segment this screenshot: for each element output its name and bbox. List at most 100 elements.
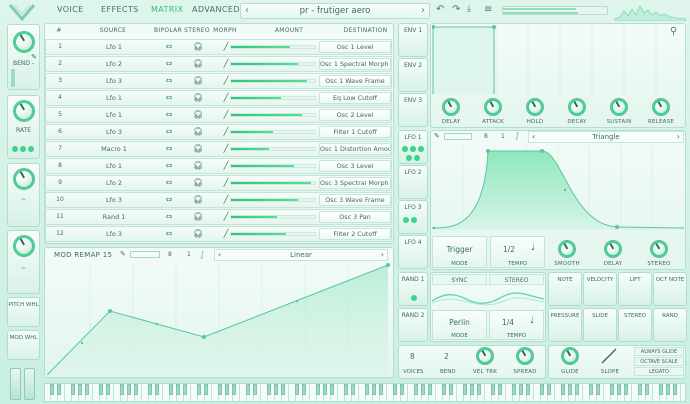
- tab-effects[interactable]: EFFECTS: [101, 5, 139, 14]
- row-destination-box[interactable]: Filter 1 Cutoff: [319, 126, 391, 138]
- stereo-icon[interactable]: 🎧︎: [184, 142, 212, 156]
- bipolar-icon[interactable]: ⇔: [154, 176, 184, 190]
- black-key[interactable]: [78, 384, 82, 395]
- lfo-knob-delay[interactable]: [604, 240, 622, 258]
- remap-curve-selector[interactable]: ‹ Linear ›: [214, 249, 388, 261]
- black-key[interactable]: [99, 384, 103, 395]
- row-destination-box[interactable]: Osc 1 Spectral Morph A: [319, 58, 391, 70]
- source-button-note[interactable]: NOTE: [548, 272, 582, 306]
- stereo-icon[interactable]: 🎧︎: [184, 125, 212, 139]
- black-key[interactable]: [169, 384, 173, 395]
- black-key[interactable]: [491, 384, 495, 395]
- env-3-tab[interactable]: ENV 3: [398, 93, 428, 127]
- stereo-icon[interactable]: 🎧︎: [184, 193, 212, 207]
- tab-matrix[interactable]: MATRIX: [151, 5, 183, 14]
- legato-button[interactable]: LEGATO: [634, 367, 684, 376]
- bipolar-icon[interactable]: ⇔: [154, 108, 184, 122]
- lfo-grid-y[interactable]: 1: [501, 133, 505, 140]
- amount-slider[interactable]: [230, 181, 316, 185]
- lfo-knob-stereo[interactable]: [650, 240, 668, 258]
- bipolar-icon[interactable]: ⇔: [154, 91, 184, 105]
- glide-knob[interactable]: [561, 347, 579, 365]
- remap-grid-toggle[interactable]: [130, 251, 160, 258]
- preset-selector[interactable]: ‹ pr - frutiger aero ›: [240, 3, 430, 19]
- amount-slider[interactable]: [230, 79, 316, 83]
- amount-slider[interactable]: [230, 164, 316, 168]
- black-key[interactable]: [148, 384, 152, 395]
- black-key[interactable]: [477, 384, 481, 395]
- stereo-icon[interactable]: 🎧︎: [184, 91, 212, 105]
- black-key[interactable]: [351, 384, 355, 395]
- black-key[interactable]: [316, 384, 320, 395]
- row-destination-box[interactable]: Osc 3 Pan: [319, 211, 391, 223]
- black-key[interactable]: [197, 384, 201, 395]
- matrix-row[interactable]: 6 Lfo 3 ⇔ 🎧︎ ╱ Filter 1 Cutoff: [45, 124, 392, 140]
- stereo-icon[interactable]: 🎧︎: [184, 74, 212, 88]
- amount-slider[interactable]: [230, 198, 316, 202]
- black-key[interactable]: [183, 384, 187, 395]
- mod-wheel[interactable]: [24, 368, 35, 400]
- remap-curve-icon[interactable]: ∫: [200, 250, 204, 259]
- row-source[interactable]: Lfo 3: [74, 227, 154, 241]
- rand-1-tab[interactable]: RAND 1: [398, 272, 428, 306]
- macro-2-knob[interactable]: [13, 100, 35, 122]
- row-source[interactable]: Rand 1: [74, 210, 154, 224]
- black-key[interactable]: [575, 384, 579, 395]
- black-key[interactable]: [50, 384, 54, 395]
- vel-trk-knob[interactable]: [476, 347, 494, 365]
- black-key[interactable]: [106, 384, 110, 395]
- matrix-row[interactable]: 5 Lfo 1 ⇔ 🎧︎ ╱ Osc 2 Level: [45, 107, 392, 123]
- black-key[interactable]: [232, 384, 236, 395]
- black-key[interactable]: [463, 384, 467, 395]
- black-key[interactable]: [274, 384, 278, 395]
- amount-slider[interactable]: [230, 232, 316, 236]
- matrix-row[interactable]: 12 Lfo 3 ⇔ 🎧︎ ╱ Filter 2 Cutoff: [45, 226, 392, 242]
- rand-sync-button[interactable]: SYNC: [432, 274, 487, 285]
- black-key[interactable]: [659, 384, 663, 395]
- black-key[interactable]: [540, 384, 544, 395]
- remap-graph[interactable]: [46, 263, 391, 376]
- black-key[interactable]: [330, 384, 334, 395]
- env-2-tab[interactable]: ENV 2: [398, 58, 428, 92]
- black-key[interactable]: [666, 384, 670, 395]
- rand-tempo-box[interactable]: 1/4 ♩ TEMPO: [489, 310, 544, 340]
- matrix-row[interactable]: 2 Lfo 2 ⇔ 🎧︎ ╱ Osc 1 Spectral Morph A: [45, 56, 392, 72]
- bipolar-icon[interactable]: ⇔: [154, 159, 184, 173]
- macro-3-knob[interactable]: [13, 168, 35, 190]
- row-destination-box[interactable]: Filter 2 Cutoff: [319, 228, 391, 240]
- black-key[interactable]: [561, 384, 565, 395]
- bipolar-icon[interactable]: ⇔: [154, 210, 184, 224]
- matrix-row[interactable]: 4 Lfo 1 ⇔ 🎧︎ ╱ Eq Low Cutoff: [45, 90, 392, 106]
- matrix-row[interactable]: 3 Lfo 3 ⇔ 🎧︎ ╱ Osc 1 Wave Frame: [45, 73, 392, 89]
- mod-wheel-button[interactable]: MOD WHL: [7, 330, 40, 360]
- bipolar-icon[interactable]: ⇔: [154, 142, 184, 156]
- lfo-4-tab[interactable]: LFO 4: [398, 235, 428, 269]
- volume-meter[interactable]: [502, 6, 608, 15]
- black-key[interactable]: [442, 384, 446, 395]
- pitch-wheel-button[interactable]: PITCH WHL: [7, 297, 40, 327]
- lfo-curve-icon[interactable]: ∫: [515, 131, 519, 140]
- always-glide-button[interactable]: ALWAYS GLIDE: [634, 347, 684, 356]
- black-key[interactable]: [673, 384, 677, 395]
- bend-value[interactable]: 2: [444, 352, 449, 361]
- env-1-tab[interactable]: ENV 1: [398, 23, 428, 57]
- black-key[interactable]: [372, 384, 376, 395]
- amount-slider[interactable]: [230, 113, 316, 117]
- black-key[interactable]: [519, 384, 523, 395]
- amount-slider[interactable]: [230, 215, 316, 219]
- env-knob-sustain[interactable]: [610, 98, 628, 116]
- black-key[interactable]: [365, 384, 369, 395]
- black-key[interactable]: [645, 384, 649, 395]
- undo-icon[interactable]: ↶: [436, 4, 444, 15]
- amount-slider[interactable]: [230, 147, 316, 151]
- source-button-oct-note[interactable]: OCT NOTE: [653, 272, 687, 306]
- black-key[interactable]: [568, 384, 572, 395]
- black-key[interactable]: [85, 384, 89, 395]
- env-knob-decay[interactable]: [568, 98, 586, 116]
- black-key[interactable]: [218, 384, 222, 395]
- lfo-3-tab[interactable]: LFO 3: [398, 200, 428, 234]
- black-key[interactable]: [596, 384, 600, 395]
- black-key[interactable]: [617, 384, 621, 395]
- stereo-icon[interactable]: 🎧︎: [184, 57, 212, 71]
- black-key[interactable]: [638, 384, 642, 395]
